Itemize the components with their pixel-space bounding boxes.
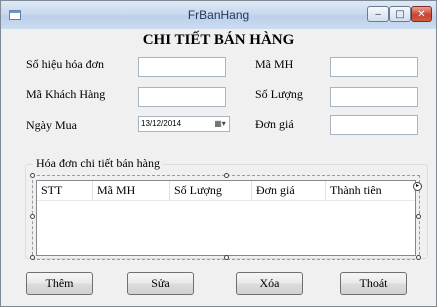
title-bar[interactable]: FrBanHang ‒ □ ✕ (1, 1, 436, 29)
minimize-button[interactable]: ‒ (367, 6, 389, 22)
quantity-label: Số Lượng (255, 87, 303, 101)
calendar-dropdown-icon[interactable]: ▦▾ (212, 118, 228, 130)
main-window: FrBanHang ‒ □ ✕ CHI TIẾT BÁN HÀNG Số hiệ… (0, 0, 437, 307)
invoice-detail-grid[interactable]: STT Mã MH Số Lượng Đơn giá Thành tiên (36, 180, 416, 256)
column-header-unit-price[interactable]: Đơn giá (252, 181, 326, 200)
purchase-date-label: Ngày Mua (26, 118, 77, 132)
form-heading: CHI TIẾT BÁN HÀNG (142, 32, 295, 48)
maximize-button[interactable]: □ (389, 6, 411, 22)
add-button[interactable]: Thêm (26, 272, 93, 295)
unit-price-input[interactable] (330, 115, 418, 135)
grid-divider (37, 200, 415, 201)
column-header-product-id[interactable]: Mã MH (93, 181, 170, 200)
invoice-no-label: Số hiệu hóa đơn (26, 57, 105, 71)
column-header-quantity[interactable]: Số Lượng (170, 181, 252, 200)
maximize-icon: □ (395, 8, 405, 20)
minimize-icon: ‒ (374, 8, 382, 20)
quantity-input[interactable] (330, 87, 418, 107)
product-id-label: Mã MH (255, 57, 294, 71)
invoice-detail-group: Hóa đơn chi tiết bán hàng STT Mã MH Số L… (25, 156, 428, 260)
delete-button[interactable]: Xóa (236, 272, 303, 295)
resize-handle[interactable] (30, 255, 35, 260)
resize-handle[interactable] (30, 214, 35, 219)
exit-button[interactable]: Thoát (340, 272, 407, 295)
grid-selection-frame: STT Mã MH Số Lượng Đơn giá Thành tiên ▸ (30, 173, 422, 260)
edit-button[interactable]: Sửa (127, 272, 194, 295)
purchase-date-value: 13/12/2014 (141, 119, 182, 128)
form-client-area: CHI TIẾT BÁN HÀNG Số hiệu hóa đơn Mã Khá… (5, 29, 432, 302)
close-button[interactable]: ✕ (411, 6, 432, 22)
customer-id-label: Mã Khách Hàng (26, 87, 106, 101)
resize-handle[interactable] (416, 214, 421, 219)
unit-price-label: Đơn giá (255, 117, 294, 131)
product-id-input[interactable] (330, 57, 418, 77)
customer-id-input[interactable] (138, 87, 226, 107)
resize-handle[interactable] (224, 173, 229, 178)
purchase-date-picker[interactable]: 13/12/2014 ▦▾ (138, 116, 230, 132)
column-header-total[interactable]: Thành tiên (326, 181, 415, 200)
resize-handle[interactable] (416, 255, 421, 260)
grid-header: STT Mã MH Số Lượng Đơn giá Thành tiên (37, 181, 415, 200)
close-icon: ✕ (417, 8, 426, 20)
resize-handle[interactable] (224, 255, 229, 260)
invoice-no-input[interactable] (138, 57, 226, 77)
resize-handle[interactable] (30, 173, 35, 178)
smart-tag-icon[interactable]: ▸ (413, 182, 422, 191)
column-header-stt[interactable]: STT (37, 181, 93, 200)
group-title: Hóa đơn chi tiết bán hàng (33, 156, 163, 171)
